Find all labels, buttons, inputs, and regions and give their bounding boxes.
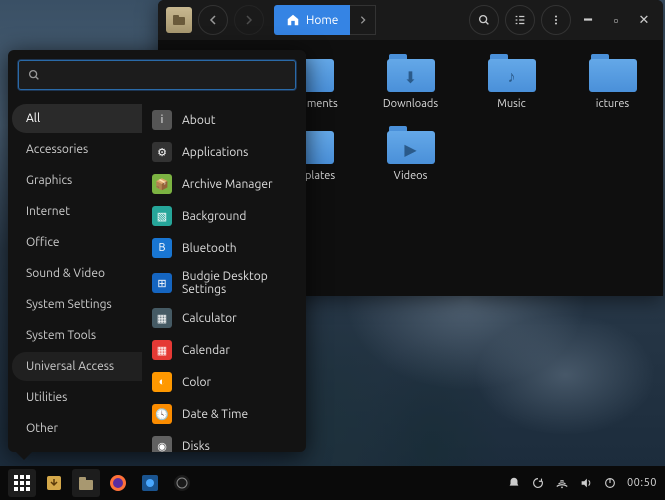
home-icon [286, 13, 300, 27]
menu-search-input[interactable] [18, 60, 296, 90]
folder-label: Downloads [383, 98, 438, 110]
category-office[interactable]: Office [12, 228, 142, 257]
list-icon [513, 13, 527, 27]
more-icon [549, 13, 563, 27]
app-label: Budgie Desktop Settings [182, 270, 296, 296]
app-icon: ◉ [152, 436, 172, 452]
app-label: Calculator [182, 312, 237, 325]
app-budgie-desktop-settings[interactable]: ⊞ Budgie Desktop Settings [142, 264, 306, 302]
folder-label: Music [497, 98, 525, 110]
nav-forward-button[interactable] [234, 5, 264, 35]
app-label: Archive Manager [182, 178, 273, 191]
file-manager-titlebar[interactable]: Home ━ ▫ ✕ [158, 0, 663, 40]
app-icon: i [152, 110, 172, 130]
folder-label: Videos [394, 170, 428, 182]
grid-icon [14, 475, 30, 491]
volume-icon[interactable] [579, 476, 593, 490]
app-launcher-button[interactable] [8, 469, 36, 497]
app-icon: ▦ [152, 308, 172, 328]
folder-pictures[interactable]: ictures [562, 54, 663, 110]
app-label: Calendar [182, 344, 230, 357]
app-icon: 📦 [152, 174, 172, 194]
category-internet[interactable]: Internet [12, 197, 142, 226]
category-accessories[interactable]: Accessories [12, 135, 142, 164]
window-close-button[interactable]: ✕ [633, 9, 655, 31]
path-next-button[interactable] [350, 5, 376, 35]
folder-icon: ▶ [387, 126, 435, 164]
app-icon: ◐ [152, 372, 172, 392]
application-menu: AllAccessoriesGraphicsInternetOfficeSoun… [8, 50, 306, 452]
folder-downloads[interactable]: ⬇ Downloads [360, 54, 461, 110]
panel-clock[interactable]: 00:50 [627, 477, 657, 489]
notifications-icon[interactable] [507, 476, 521, 490]
taskbar-app-1[interactable] [136, 469, 164, 497]
app-color[interactable]: ◐ Color [142, 366, 306, 398]
app-calendar[interactable]: ▦ Calendar [142, 334, 306, 366]
app-label: Bluetooth [182, 242, 237, 255]
app-label: Date & Time [182, 408, 248, 421]
path-home-label: Home [306, 14, 338, 27]
taskbar-app-installer[interactable] [40, 469, 68, 497]
app-icon: 🕓 [152, 404, 172, 424]
category-system-settings[interactable]: System Settings [12, 290, 142, 319]
app-icon: B [152, 238, 172, 258]
system-tray: 00:50 [507, 476, 657, 490]
folder-label: ictures [596, 98, 629, 110]
category-universal-access[interactable]: Universal Access [12, 352, 142, 381]
app-calculator[interactable]: ▦ Calculator [142, 302, 306, 334]
folder-icon [589, 54, 637, 92]
category-system-tools[interactable]: System Tools [12, 321, 142, 350]
app-icon: ⚙ [152, 142, 172, 162]
bottom-panel: 00:50 [0, 466, 665, 500]
window-minimize-button[interactable]: ━ [577, 9, 599, 31]
app-archive-manager[interactable]: 📦 Archive Manager [142, 168, 306, 200]
app-date-time[interactable]: 🕓 Date & Time [142, 398, 306, 430]
folder-videos[interactable]: ▶ Videos [360, 126, 461, 182]
taskbar-firefox[interactable] [104, 469, 132, 497]
category-other[interactable]: Other [12, 414, 142, 443]
app-icon: ▦ [152, 340, 172, 360]
category-all[interactable]: All [12, 104, 142, 133]
app-about[interactable]: i About [142, 104, 306, 136]
app-label: Color [182, 376, 211, 389]
category-sound-video[interactable]: Sound & Video [12, 259, 142, 288]
app-label: Disks [182, 440, 210, 453]
power-icon[interactable] [603, 476, 617, 490]
refresh-icon[interactable] [531, 476, 545, 490]
folder-music[interactable]: ♪ Music [461, 54, 562, 110]
path-bar: Home [274, 5, 376, 35]
app-label: About [182, 114, 215, 127]
taskbar-files[interactable] [72, 469, 100, 497]
hamburger-button[interactable] [541, 5, 571, 35]
network-icon[interactable] [555, 476, 569, 490]
nav-back-button[interactable] [198, 5, 228, 35]
view-toggle-button[interactable] [505, 5, 535, 35]
category-utilities[interactable]: Utilities [12, 383, 142, 412]
path-home-chip[interactable]: Home [274, 5, 350, 35]
app-icon: ▧ [152, 206, 172, 226]
file-manager-icon [166, 7, 192, 33]
category-graphics[interactable]: Graphics [12, 166, 142, 195]
app-label: Background [182, 210, 246, 223]
app-background[interactable]: ▧ Background [142, 200, 306, 232]
app-icon: ⊞ [152, 273, 172, 293]
search-icon [27, 68, 41, 82]
taskbar-app-2[interactable] [168, 469, 196, 497]
window-maximize-button[interactable]: ▫ [605, 9, 627, 31]
menu-categories: AllAccessoriesGraphicsInternetOfficeSoun… [8, 100, 142, 452]
search-icon [477, 13, 491, 27]
folder-icon: ⬇ [387, 54, 435, 92]
search-button[interactable] [469, 5, 499, 35]
app-disks[interactable]: ◉ Disks [142, 430, 306, 452]
folder-icon: ♪ [488, 54, 536, 92]
app-bluetooth[interactable]: B Bluetooth [142, 232, 306, 264]
